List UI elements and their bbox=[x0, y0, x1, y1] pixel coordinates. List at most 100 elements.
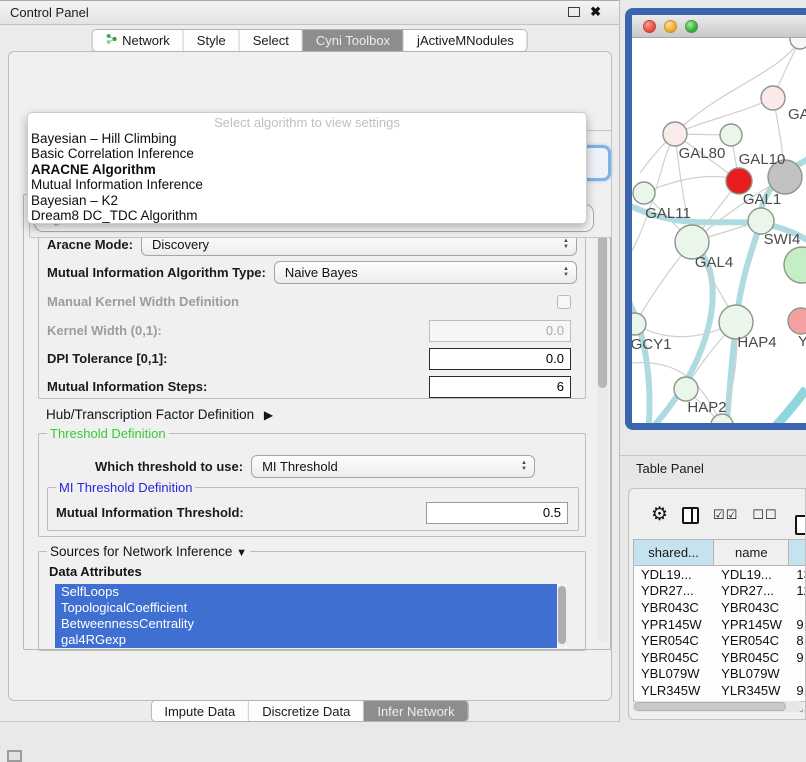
zoom-traffic-light[interactable] bbox=[685, 20, 698, 33]
data-attributes-list[interactable]: SelfLoopsTopologicalCoefficientBetweenne… bbox=[55, 584, 567, 648]
network-icon bbox=[105, 33, 117, 48]
mi-steps-input[interactable]: 6 bbox=[429, 376, 571, 398]
tab-label: Cyni Toolbox bbox=[316, 33, 390, 48]
hub-definition-expander[interactable]: Hub/Transcription Factor Definition ▶ bbox=[46, 407, 273, 422]
algorithm-option[interactable]: Bayesian – K2 bbox=[28, 193, 586, 208]
tab-label: Style bbox=[197, 33, 226, 48]
float-panel-icon[interactable] bbox=[568, 7, 580, 17]
table-cell: YBR045C bbox=[634, 649, 714, 666]
tab-jactivemnodules[interactable]: jActiveMNodules bbox=[404, 30, 527, 51]
table-cell: YLR345W bbox=[634, 682, 714, 699]
minimize-traffic-light[interactable] bbox=[664, 20, 677, 33]
hub-definition-label: Hub/Transcription Factor Definition bbox=[46, 407, 254, 422]
tab-cyni-toolbox[interactable]: Cyni Toolbox bbox=[303, 30, 404, 51]
unchecked-columns-icon[interactable]: ☐☐ bbox=[752, 507, 777, 523]
attributes-scrollbar[interactable] bbox=[557, 584, 567, 648]
settings-vertical-scrollbar[interactable] bbox=[597, 199, 608, 643]
table-cell: 8. bbox=[789, 632, 806, 649]
network-canvas[interactable]: GAL80GAL10GALGAL11GAL1GAL4SWI4GCY1HAP4YH… bbox=[632, 38, 806, 423]
table-row[interactable]: YBR043CYBR043C bbox=[634, 599, 806, 616]
network-node[interactable] bbox=[633, 182, 655, 204]
cyni-bottom-tabs: Impute DataDiscretize DataInfer Network bbox=[150, 700, 468, 722]
table-cell: YPR145W bbox=[634, 616, 714, 633]
table-row[interactable]: YPR145WYPR145W9. bbox=[634, 616, 806, 633]
attribute-list-item[interactable]: SelfLoops bbox=[55, 584, 557, 600]
table-cell: YDL19... bbox=[634, 566, 714, 583]
tab-discretize-data[interactable]: Discretize Data bbox=[249, 701, 364, 721]
column-header-name[interactable]: name bbox=[714, 540, 789, 565]
table-row[interactable]: YER054CYER054C8. bbox=[634, 632, 806, 649]
tab-network[interactable]: Network bbox=[92, 30, 184, 51]
table-row[interactable]: YDL19...YDL19...13 bbox=[634, 566, 806, 583]
network-node-label: GAL bbox=[788, 106, 806, 123]
network-node[interactable] bbox=[674, 377, 698, 401]
tab-style[interactable]: Style bbox=[184, 30, 240, 51]
mi-threshold-label: Mutual Information Threshold: bbox=[56, 505, 244, 520]
cyni-algorithm-settings-group: Cyni Algorithm Settings Algorithm Defini… bbox=[23, 194, 611, 650]
network-node[interactable] bbox=[761, 86, 785, 110]
table-row[interactable]: YBR045CYBR045C9. bbox=[634, 649, 806, 666]
stepper-icon: ▲▼ bbox=[563, 238, 569, 250]
mi-threshold-input[interactable]: 0.5 bbox=[426, 502, 568, 524]
gear-icon[interactable]: ⚙ bbox=[651, 505, 668, 525]
attribute-list-item[interactable]: TopologicalCoefficient bbox=[55, 600, 557, 616]
minimized-panel-icon[interactable] bbox=[7, 750, 22, 762]
tab-infer-network[interactable]: Infer Network bbox=[364, 701, 467, 721]
mi-type-combo[interactable]: Naive Bayes ▲▼ bbox=[274, 261, 577, 284]
table-cell: YER054C bbox=[634, 632, 714, 649]
network-node-label: SWI4 bbox=[764, 231, 801, 248]
checked-columns-icon[interactable]: ☑☑ bbox=[713, 507, 738, 523]
tab-impute-data[interactable]: Impute Data bbox=[151, 701, 249, 721]
column-header-shared[interactable]: shared... bbox=[634, 540, 714, 565]
table-row[interactable]: YDR27...YDR27...12 bbox=[634, 583, 806, 600]
table-cell: 13 bbox=[789, 566, 806, 583]
tab-select[interactable]: Select bbox=[240, 30, 303, 51]
network-node[interactable] bbox=[720, 124, 742, 146]
network-node[interactable] bbox=[632, 313, 646, 335]
close-icon[interactable]: ✖ bbox=[590, 6, 601, 18]
algorithm-option[interactable]: ARACNE Algorithm bbox=[28, 162, 586, 177]
network-node-label: GAL10 bbox=[739, 151, 786, 168]
table-cell bbox=[789, 599, 806, 616]
split-columns-icon[interactable] bbox=[682, 507, 699, 524]
table-cell: YBR043C bbox=[634, 599, 714, 616]
network-node[interactable] bbox=[790, 38, 806, 49]
table-row[interactable]: YLR345WYLR345W9. bbox=[634, 682, 806, 699]
table-cell: YBL079W bbox=[634, 666, 714, 683]
table-row[interactable]: YBL079WYBL079W bbox=[634, 666, 806, 683]
kernel-width-input[interactable]: 0.0 bbox=[429, 320, 571, 342]
control-panel-title: Control Panel bbox=[0, 5, 89, 20]
table-panel-title: Table Panel bbox=[620, 461, 704, 476]
network-node[interactable] bbox=[663, 122, 687, 146]
sources-group: Sources for Network Inference ▼ Data Att… bbox=[38, 551, 586, 651]
algorithm-dropdown-header: Select algorithm to view settings bbox=[28, 113, 586, 131]
table-horizontal-scrollbar[interactable] bbox=[632, 701, 804, 712]
attribute-list-item[interactable]: BetweennessCentrality bbox=[55, 616, 557, 632]
algorithm-definition-group: Algorithm Definition Aracne Mode: Discov… bbox=[38, 219, 586, 399]
manual-kernel-checkbox[interactable] bbox=[557, 295, 571, 309]
table-panel-titlebar: Table Panel bbox=[620, 455, 806, 481]
network-node-label: Y bbox=[798, 333, 806, 350]
algorithm-option[interactable]: Mutual Information Inference bbox=[28, 177, 586, 192]
new-table-icon[interactable] bbox=[795, 515, 806, 535]
network-node-label: GCY1 bbox=[632, 336, 671, 353]
column-header-A[interactable]: A bbox=[789, 540, 806, 565]
data-attributes-label: Data Attributes bbox=[49, 564, 142, 579]
which-threshold-combo[interactable]: MI Threshold ▲▼ bbox=[251, 455, 535, 478]
table-cell: YBR045C bbox=[714, 649, 789, 666]
aracne-mode-label: Aracne Mode: bbox=[47, 237, 133, 252]
algorithm-option[interactable]: Bayesian – Hill Climbing bbox=[28, 131, 586, 146]
tab-label: Network bbox=[122, 33, 170, 48]
network-window-titlebar bbox=[632, 15, 806, 38]
stepper-icon: ▲▼ bbox=[521, 460, 527, 472]
dpi-tolerance-label: DPI Tolerance [0,1]: bbox=[47, 351, 167, 366]
which-threshold-value: MI Threshold bbox=[262, 459, 338, 474]
sources-group-title[interactable]: Sources for Network Inference ▼ bbox=[47, 544, 250, 559]
attribute-list-item[interactable]: gal4RGexp bbox=[55, 632, 557, 648]
dpi-tolerance-input[interactable]: 0.0 bbox=[429, 348, 571, 370]
algorithm-option[interactable]: Dream8 DC_TDC Algorithm bbox=[28, 208, 586, 223]
algorithm-option[interactable]: Basic Correlation Inference bbox=[28, 146, 586, 161]
network-node[interactable] bbox=[788, 308, 806, 334]
close-traffic-light[interactable] bbox=[643, 20, 656, 33]
network-node[interactable] bbox=[784, 247, 806, 283]
